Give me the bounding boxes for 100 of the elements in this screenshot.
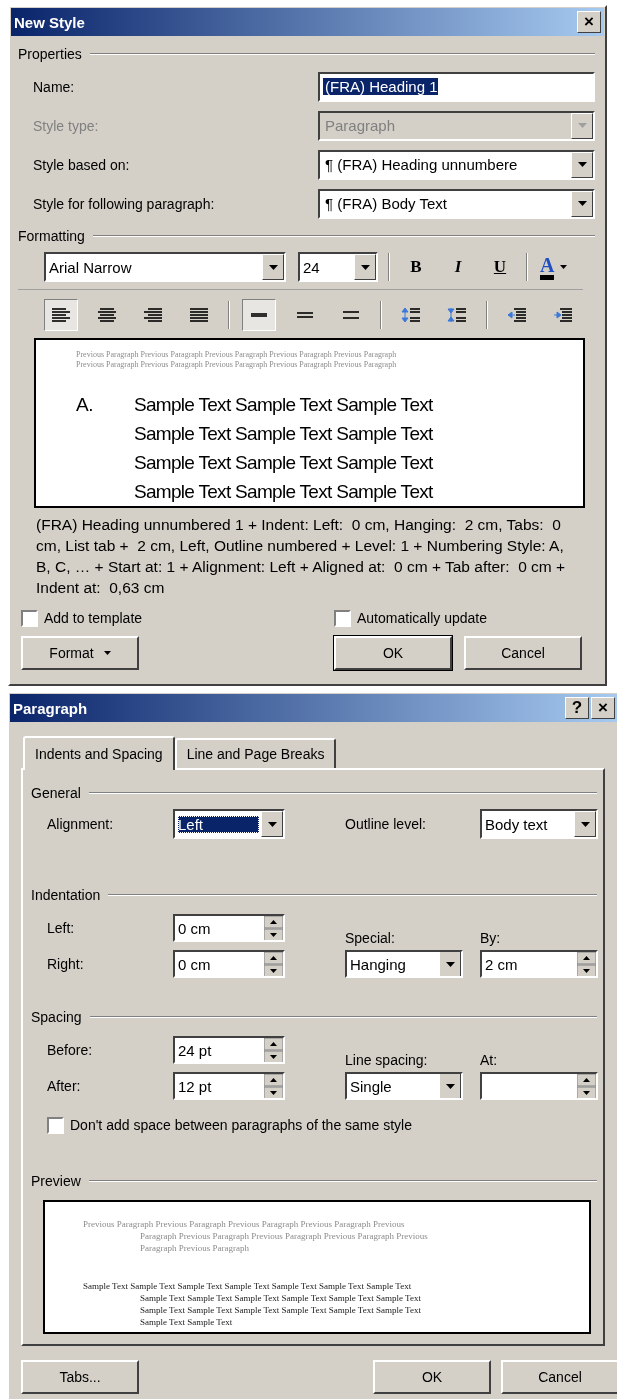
caret-icon xyxy=(268,264,278,270)
space-before-icon xyxy=(401,307,421,323)
group-heading: General xyxy=(31,785,81,801)
dropdown[interactable]: Left xyxy=(173,809,285,839)
checkbox-label: Don't add space between paragraphs of the same style xyxy=(70,1117,412,1133)
caret-icon xyxy=(577,162,587,167)
dropdown[interactable]: ¶ (FRA) Heading unnumbere xyxy=(318,149,595,180)
increase-indent-icon xyxy=(553,307,573,323)
caret-icon xyxy=(445,1083,455,1089)
tab[interactable]: Line and Page Breaks xyxy=(174,738,337,768)
dropdown[interactable]: Hanging xyxy=(345,950,463,978)
dropdown[interactable]: Single xyxy=(345,1072,463,1100)
checkbox[interactable] xyxy=(334,609,351,627)
field-label: After: xyxy=(47,1078,82,1094)
field-label: At: xyxy=(480,1052,499,1068)
text-field[interactable]: (FRA) Heading 1 xyxy=(318,71,595,102)
preview-previous-text: Paragraph Previous Paragraph Previous Paragraph Previous Paragraph Previous xyxy=(139,1230,429,1242)
justify-icon xyxy=(189,307,209,323)
caret-icon xyxy=(577,201,587,206)
font-dropdown[interactable]: Arial Narrow xyxy=(44,252,286,282)
spin-field[interactable]: 12 pt xyxy=(173,1072,285,1100)
field-label: Before: xyxy=(47,1042,94,1058)
field-label: Style type: xyxy=(33,117,99,134)
dialog-button[interactable]: Tabs... xyxy=(21,1360,139,1394)
spin-arrows-icon xyxy=(264,1038,283,1062)
bold-button[interactable]: B xyxy=(400,253,432,281)
preview-sample-text: Sample Text Sample Text Sample Text xyxy=(134,393,433,417)
spin-field[interactable]: 24 pt xyxy=(173,1036,285,1064)
preview-previous-text: Previous Paragraph Previous Paragraph Previous Paragraph Previous Paragraph Previous xyxy=(83,1218,406,1230)
group-heading: Properties xyxy=(18,46,82,62)
checkbox-label: Add to template xyxy=(44,610,143,626)
caret-icon xyxy=(360,264,370,270)
spin-field[interactable] xyxy=(480,1072,598,1100)
field-label: Line spacing: xyxy=(345,1052,429,1068)
list-marker: A. xyxy=(76,393,94,417)
caret-icon xyxy=(560,265,568,269)
dropdown[interactable]: ¶ (FRA) Body Text xyxy=(318,188,595,219)
spin-field[interactable]: 0 cm xyxy=(173,950,285,978)
preview-sample-text: Sample Text Sample Text Sample Text Sample Text Sample Text Sample Text xyxy=(139,1292,422,1304)
checkbox[interactable] xyxy=(47,1116,64,1134)
preview-previous-text: Paragraph Previous Paragraph xyxy=(139,1242,250,1254)
window-title: Paragraph xyxy=(13,699,88,717)
spin-field[interactable]: 2 cm xyxy=(480,950,598,978)
underline-button[interactable]: U xyxy=(484,253,516,281)
field-label: Name: xyxy=(33,78,75,95)
close-button[interactable]: × xyxy=(591,697,615,719)
style-description: (FRA) Heading unnumbered 1 + Indent: Left: 0 cm, Hanging: 2 cm, Tabs: 0 cm, List tab + 2 cm, Left, Outline numbered + Level: 1 + Numbering Style: A, B, C, … + Start at: 1 + Alignment: Left + Aligned at: 0 cm + Tab after: 0 cm + Indent at: 0,63 cm xyxy=(35,515,567,598)
font-color-button[interactable]: A xyxy=(538,252,570,282)
caret-icon xyxy=(267,821,277,827)
spin-field[interactable]: 0 cm xyxy=(173,914,285,942)
format-menu-button[interactable]: Format xyxy=(21,636,139,670)
caret-icon xyxy=(445,961,455,967)
decrease-indent-icon xyxy=(507,307,527,323)
group-heading: Spacing xyxy=(31,1009,82,1025)
field-label: Alignment: xyxy=(47,816,115,832)
help-button[interactable]: ? xyxy=(565,697,589,719)
caret-icon xyxy=(103,651,111,655)
tab[interactable]: Indents and Spacing xyxy=(23,736,175,770)
spin-arrows-icon xyxy=(577,952,596,976)
align-left-icon xyxy=(51,307,71,323)
field-label: Right: xyxy=(47,956,85,972)
italic-button[interactable]: I xyxy=(442,253,474,281)
field-label: By: xyxy=(480,930,502,946)
align-right-icon xyxy=(143,307,163,323)
dialog-button[interactable]: OK xyxy=(373,1360,491,1394)
field-label: Style for following paragraph: xyxy=(33,195,215,212)
dialog-button[interactable]: OK xyxy=(334,636,452,670)
preview-previous-text: Previous Paragraph Previous Paragraph Previous Paragraph Previous Paragraph Previous Paragraph xyxy=(76,350,398,360)
field-label: Left: xyxy=(47,920,76,936)
spin-arrows-icon xyxy=(577,1074,596,1098)
field-label: Style based on: xyxy=(33,156,130,173)
field-label: Special: xyxy=(345,930,396,946)
preview-sample-text: Sample Text Sample Text Sample Text xyxy=(134,480,433,504)
align-center-icon xyxy=(97,307,117,323)
dialog-button[interactable]: Cancel xyxy=(501,1360,617,1394)
spin-arrows-icon xyxy=(264,952,283,976)
preview-sample-text: Sample Text Sample Text Sample Text Sample Text Sample Text Sample Text Sample Text xyxy=(83,1280,413,1292)
checkbox[interactable] xyxy=(21,609,38,627)
align-left-button[interactable] xyxy=(44,299,78,331)
dialog-button[interactable]: Cancel xyxy=(464,636,582,670)
checkbox-label: Automatically update xyxy=(357,610,487,626)
preview-sample-text: Sample Text Sample Text Sample Text Sample Text Sample Text Sample Text xyxy=(139,1304,422,1316)
space-after-icon xyxy=(447,307,467,323)
group-heading: Indentation xyxy=(31,887,101,903)
caret-icon xyxy=(580,821,590,827)
field-label: Outline level: xyxy=(345,816,427,832)
preview-sample-text: Sample Text Sample Text Sample Text xyxy=(134,422,433,446)
caret-icon xyxy=(577,123,587,128)
preview-sample-text: Sample Text Sample Text xyxy=(139,1316,234,1328)
group-heading: Preview xyxy=(31,1173,81,1189)
spin-arrows-icon xyxy=(264,1074,283,1098)
dropdown[interactable]: Body text xyxy=(480,809,598,839)
size-dropdown[interactable]: 24 xyxy=(298,252,378,282)
group-heading: Formatting xyxy=(18,228,85,244)
close-button[interactable]: × xyxy=(577,11,601,33)
window-title: New Style xyxy=(14,13,85,31)
preview-sample-text: Sample Text Sample Text Sample Text xyxy=(134,451,433,475)
preview-previous-text: Previous Paragraph Previous Paragraph Previous Paragraph Previous Paragraph Previous Paragraph xyxy=(76,360,398,370)
spin-arrows-icon xyxy=(264,916,283,940)
single-spacing-button[interactable] xyxy=(242,299,276,331)
